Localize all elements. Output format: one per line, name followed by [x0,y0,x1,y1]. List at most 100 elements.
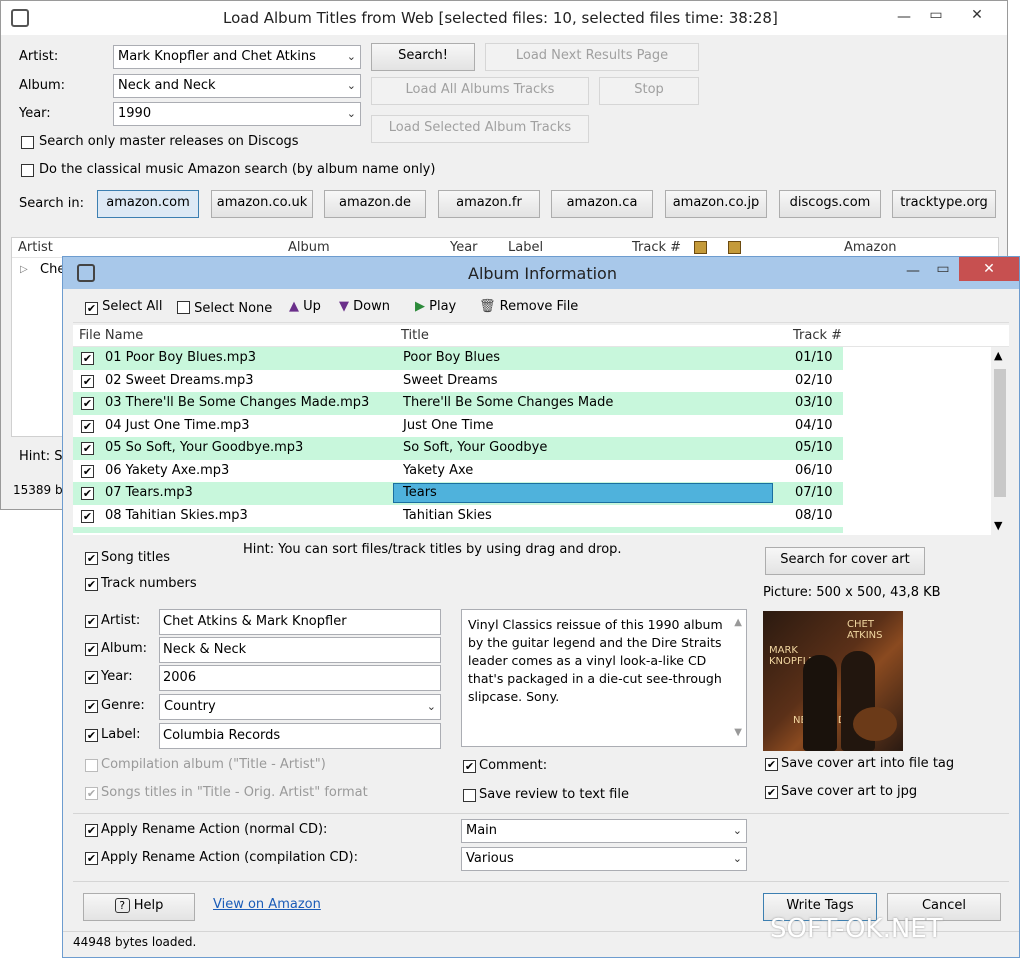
rename-normal-checkbox[interactable]: ✔ [85,824,98,837]
save-cover-jpg-checkbox[interactable]: ✔ [765,786,778,799]
maximize-icon[interactable]: ▭ [921,5,951,27]
artist-tag-input[interactable]: Chet Atkins & Mark Knopfler [159,609,441,635]
album-combo[interactable]: Neck and Neck ⌄ [113,74,361,98]
down-button[interactable]: ▼ Down [339,299,390,314]
col-album[interactable]: Album [288,240,330,255]
expand-arrow-icon[interactable]: ▷ [20,264,28,275]
site-button-amazon-fr[interactable]: amazon.fr [438,190,540,218]
site-button-amazon-co-jp[interactable]: amazon.co.jp [665,190,767,218]
label-tag-input[interactable]: Columbia Records [159,723,441,749]
classical-search-checkbox[interactable] [21,164,34,177]
rename-compilation-checkbox[interactable]: ✔ [85,852,98,865]
track-row[interactable]: ✔ 04 Just One Time.mp3 Just One Time 04/… [73,415,843,438]
col-year[interactable]: Year [450,240,478,255]
site-button-amazon-de[interactable]: amazon.de [324,190,426,218]
track-row[interactable]: ✔ 06 Yakety Axe.mp3 Yakety Axe 06/10 [73,460,843,483]
track-checkbox[interactable]: ✔ [81,487,94,500]
track-checkbox[interactable]: ✔ [81,397,94,410]
year-tag-checkbox[interactable]: ✔ [85,671,98,684]
scroll-up-icon[interactable]: ▲ [734,614,742,632]
song-titles-checkbox[interactable]: ✔ [85,552,98,565]
genre-combo[interactable]: Country ⌄ [159,694,441,720]
album-tag-input[interactable]: Neck & Neck [159,637,441,663]
year-tag-input[interactable]: 2006 [159,665,441,691]
minimize-icon[interactable]: — [889,7,919,29]
remove-file-button[interactable]: 🗑 Remove File [479,299,578,314]
up-button[interactable]: ▲ Up [289,299,321,314]
site-button-discogs[interactable]: discogs.com [779,190,881,218]
year-combo[interactable]: 1990 ⌄ [113,102,361,126]
song-titles-label: Song titles [101,550,171,565]
save-cover-tag-checkbox[interactable]: ✔ [765,758,778,771]
track-checkbox[interactable]: ✔ [81,374,94,388]
minimize-icon[interactable]: — [899,261,927,283]
load-next-results-button[interactable]: Load Next Results Page [485,43,699,71]
scroll-up-icon[interactable]: ▲ [994,349,1002,362]
scroll-down-icon[interactable]: ▼ [734,724,742,742]
col-artist[interactable]: Artist [18,240,53,255]
scroll-thumb[interactable] [994,369,1006,497]
tracks-scrollbar[interactable]: ▲ ▼ [991,347,1009,535]
album-tag-checkbox[interactable]: ✔ [85,643,98,656]
site-button-amazon-co-uk[interactable]: amazon.co.uk [211,190,313,218]
rename-compilation-combo[interactable]: Various ⌄ [461,847,747,871]
track-title[interactable]: Tears [403,482,437,504]
track-title[interactable]: Just One Time [403,415,494,437]
track-checkbox[interactable]: ✔ [81,509,94,523]
col-title[interactable]: Title [401,328,429,343]
maximize-icon[interactable]: ▭ [929,259,957,281]
track-row[interactable]: ✔ 05 So Soft, Your Goodbye.mp3 So Soft, … [73,437,843,460]
label-tag-checkbox[interactable]: ✔ [85,729,98,742]
selected-title-cell[interactable] [393,483,773,503]
compilation-checkbox[interactable] [85,759,98,772]
col-label[interactable]: Label [508,240,543,255]
track-title[interactable]: Sweet Dreams [403,370,498,392]
search-cover-art-button[interactable]: Search for cover art [765,547,925,575]
view-on-amazon-link[interactable]: View on Amazon [213,897,321,912]
load-all-albums-button[interactable]: Load All Albums Tracks [371,77,589,105]
close-icon[interactable]: ✕ [959,5,995,27]
description-textarea[interactable]: Vinyl Classics reissue of this 1990 albu… [461,609,747,747]
track-row[interactable]: ✔ 07 Tears.mp3 Tears 07/10 [73,482,843,505]
play-button[interactable]: ▶ Play [415,299,456,314]
track-title[interactable]: Tahitian Skies [403,505,492,527]
track-checkbox[interactable]: ✔ [81,464,94,478]
track-title[interactable]: Yakety Axe [403,460,473,482]
artist-combo[interactable]: Mark Knopfler and Chet Atkins ⌄ [113,45,361,69]
track-numbers-checkbox[interactable]: ✔ [85,578,98,591]
track-checkbox[interactable]: ✔ [81,352,94,365]
master-releases-checkbox[interactable] [21,136,34,149]
track-title[interactable]: So Soft, Your Goodbye [403,437,547,459]
col-file-name[interactable]: File Name [79,328,143,343]
artist-tag-checkbox[interactable]: ✔ [85,615,98,628]
col-track-number[interactable]: Track # [793,328,842,343]
track-row[interactable]: ✔ 01 Poor Boy Blues.mp3 Poor Boy Blues 0… [73,347,843,370]
site-button-amazon-com[interactable]: amazon.com [97,190,199,218]
rename-normal-combo[interactable]: Main ⌄ [461,819,747,843]
comment-checkbox[interactable]: ✔ [463,760,476,773]
col-track[interactable]: Track # [632,240,681,255]
track-checkbox[interactable]: ✔ [81,442,94,455]
track-title[interactable]: There'll Be Some Changes Made [403,392,613,414]
select-none-button[interactable]: Select None [177,299,272,316]
triangle-down-icon: ▼ [339,299,349,314]
songs-format-checkbox[interactable]: ✔ [85,787,98,800]
search-button[interactable]: Search! [371,43,475,71]
select-all-button[interactable]: ✔ Select All [85,299,163,315]
scroll-down-icon[interactable]: ▼ [994,519,1002,532]
track-row[interactable]: ✔ 08 Tahitian Skies.mp3 Tahitian Skies 0… [73,505,843,528]
help-button[interactable]: ? Help [83,893,195,921]
load-selected-album-button[interactable]: Load Selected Album Tracks [371,115,589,143]
genre-tag-checkbox[interactable]: ✔ [85,700,98,713]
app-icon [11,9,29,27]
stop-button[interactable]: Stop [599,77,699,105]
track-row[interactable]: ✔ 02 Sweet Dreams.mp3 Sweet Dreams 02/10 [73,370,843,393]
site-button-tracktype[interactable]: tracktype.org [892,190,996,218]
save-review-checkbox[interactable] [463,789,476,802]
track-checkbox[interactable]: ✔ [81,419,94,433]
track-title[interactable]: Poor Boy Blues [403,347,500,369]
track-row[interactable]: ✔ 03 There'll Be Some Changes Made.mp3 T… [73,392,843,415]
site-button-amazon-ca[interactable]: amazon.ca [551,190,653,218]
close-icon[interactable]: ✕ [959,257,1019,281]
col-amazon[interactable]: Amazon [844,240,897,255]
